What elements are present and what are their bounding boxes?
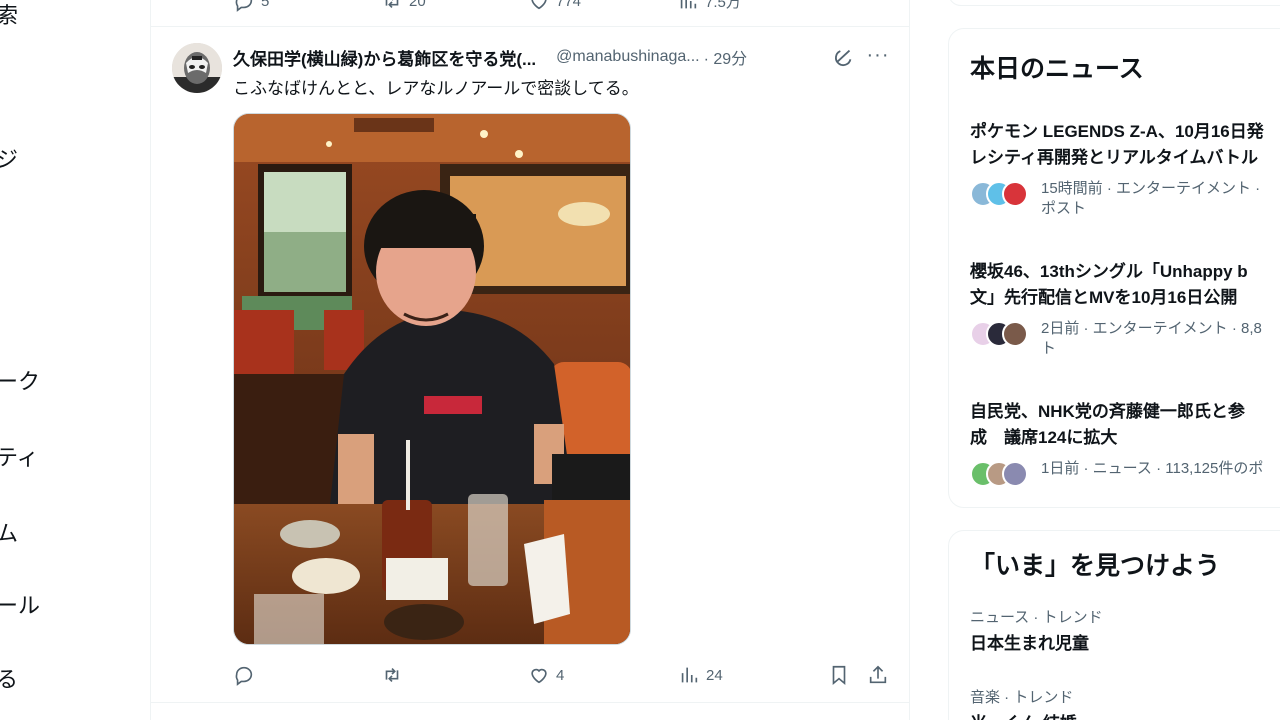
nav-item-label: ム (0, 521, 19, 546)
nav-item-search[interactable]: 索 (0, 0, 18, 30)
tweet-text: こふなばけんとと、レアなルノアールで密談してる。 (233, 79, 639, 98)
previous-card (948, 0, 1280, 6)
nav-item-more[interactable]: る (0, 662, 18, 694)
timeline: 5 20 774 7.5万 久保田学(横山緑)から葛飾区を守る党(... @ma… (151, 0, 909, 720)
trend-name: 米ーくん 結婚 (970, 709, 1077, 720)
news-meta-text: 2日前 · エンターテイメント · 8,8 ト (1041, 319, 1262, 359)
reply-count: 5 (261, 0, 270, 10)
like-button[interactable]: 4 (528, 662, 564, 688)
news-meta: 15時間前 · エンターテイメント · ポスト (970, 179, 1280, 217)
retweet-icon (385, 667, 399, 683)
reply-button[interactable]: 5 (233, 0, 269, 14)
news-title: 文」先行配信とMVを10月16日公開 (970, 288, 1238, 307)
share-button[interactable] (867, 662, 889, 688)
reply-icon (235, 666, 253, 686)
cafe-photo-image (234, 114, 630, 644)
like-count: 774 (556, 0, 582, 10)
bookmark-icon (832, 665, 846, 686)
tweet-header: 久保田学(横山緑)から葛飾区を守る党(... @manabushinaga...… (233, 45, 893, 69)
trend-meta: ニュース · トレンド (970, 609, 1103, 626)
tweet-separator (151, 26, 909, 27)
nav-item-communities[interactable]: ティ (0, 440, 39, 472)
nav-item-label: ール (0, 593, 41, 618)
news-meta-line: 15時間前 · エンターテイメント · (1041, 180, 1261, 197)
news-meta-line: 1日前 · ニュース · 113,125件のポ (1041, 460, 1264, 477)
trend-meta: 音楽 · トレンド (970, 689, 1074, 706)
news-item[interactable]: 櫻坂46、13thシングル「Unhappy b 文」先行配信とMVを10月16日… (970, 259, 1280, 357)
more-options-icon[interactable]: ··· (865, 45, 891, 68)
view-count: 24 (706, 666, 723, 684)
news-card-title: 本日のニュース (970, 55, 1144, 83)
nav-item-label: 索 (0, 3, 19, 28)
nav-item-profile[interactable]: ール (0, 588, 40, 620)
avatar (1002, 181, 1028, 207)
nav-item-label: ジ (0, 147, 19, 172)
views-button[interactable]: 7.5万 (677, 0, 741, 14)
avatar-stack (970, 181, 1034, 207)
heart-icon (531, 668, 547, 684)
news-title: レシティ再開発とリアルタイムバトル (970, 148, 1258, 167)
view-count: 7.5万 (705, 0, 741, 11)
bookmark-button[interactable] (828, 662, 850, 688)
news-title: ポケモン LEGENDS Z-A、10月16日発 (970, 122, 1264, 141)
retweet-button[interactable]: 20 (381, 0, 426, 14)
retweet-button[interactable] (381, 662, 409, 688)
explore-card: 「いま」を見つけよう ニュース · トレンド 日本生まれ児童 音楽 · トレンド… (948, 530, 1280, 720)
tweet-photo[interactable] (233, 113, 631, 645)
nav-item-label: ーク (0, 369, 41, 394)
news-title: 成 議席124に拡大 (970, 428, 1118, 447)
reply-button[interactable] (233, 662, 261, 688)
analytics-icon (681, 667, 698, 683)
tweet-actions: 4 24 (233, 662, 893, 688)
tweet-time[interactable]: · 29分 (704, 45, 748, 69)
nav-item-label: る (0, 667, 19, 692)
views-button[interactable]: 24 (678, 662, 723, 688)
avatar (1002, 461, 1028, 487)
news-meta-line: ポスト (1041, 200, 1087, 217)
trend-item[interactable]: ニュース · トレンド 日本生まれ児童 (970, 606, 1103, 654)
avatar[interactable] (172, 43, 222, 93)
analytics-icon (680, 0, 697, 9)
news-meta: 2日前 · エンターテイメント · 8,8 ト (970, 319, 1280, 357)
avatar (1002, 321, 1028, 347)
share-icon (869, 665, 887, 684)
news-title: 自民党、NHK党の斉藤健一郎氏と参 (970, 402, 1245, 421)
trend-name: 日本生まれ児童 (970, 634, 1089, 653)
heart-icon (531, 0, 547, 10)
news-meta-text: 1日前 · ニュース · 113,125件のポ (1041, 459, 1263, 479)
news-title: 櫻坂46、13thシングル「Unhappy b (970, 262, 1248, 281)
news-meta-line: ト (1041, 340, 1057, 357)
retweet-count: 20 (409, 0, 426, 10)
news-meta: 1日前 · ニュース · 113,125件のポ (970, 459, 1280, 493)
tweet-separator (151, 702, 909, 703)
masked-man-avatar-image (172, 43, 222, 93)
nav-item-bookmarks[interactable]: ーク (0, 364, 40, 396)
grok-icon[interactable] (833, 46, 855, 68)
trend-item[interactable]: 音楽 · トレンド 米ーくん 結婚 (970, 686, 1077, 720)
like-count: 4 (556, 666, 565, 684)
avatar-stack (970, 461, 1034, 487)
nav-item-label: ティ (0, 445, 39, 470)
like-button[interactable]: 774 (528, 0, 581, 14)
news-item[interactable]: ポケモン LEGENDS Z-A、10月16日発 レシティ再開発とリアルタイムバ… (970, 119, 1280, 217)
reply-icon (235, 0, 253, 12)
nav-item-messages[interactable]: ジ (0, 142, 18, 174)
news-meta-text: 15時間前 · エンターテイメント · ポスト (1041, 179, 1260, 219)
previous-tweet-actions: 5 20 774 7.5万 (151, 0, 909, 12)
news-card: 本日のニュース ポケモン LEGENDS Z-A、10月16日発 レシティ再開発… (948, 28, 1280, 508)
nav-item-premium[interactable]: ム (0, 516, 18, 548)
display-name[interactable]: 久保田学(横山緑)から葛飾区を守る党(... (233, 45, 536, 70)
user-handle[interactable]: @manabushinaga... (556, 48, 699, 66)
news-item[interactable]: 自民党、NHK党の斉藤健一郎氏と参 成 議席124に拡大 1日前 · ニュース … (970, 399, 1280, 493)
retweet-icon (385, 0, 399, 9)
explore-card-title: 「いま」を見つけよう (970, 552, 1221, 580)
right-sidebar: 本日のニュース ポケモン LEGENDS Z-A、10月16日発 レシティ再開発… (910, 0, 1280, 720)
left-nav: 索 ジ ーク ティ ム ール る (0, 0, 150, 720)
avatar-stack (970, 321, 1034, 347)
news-meta-line: 2日前 · エンターテイメント · 8,8 (1041, 320, 1262, 337)
